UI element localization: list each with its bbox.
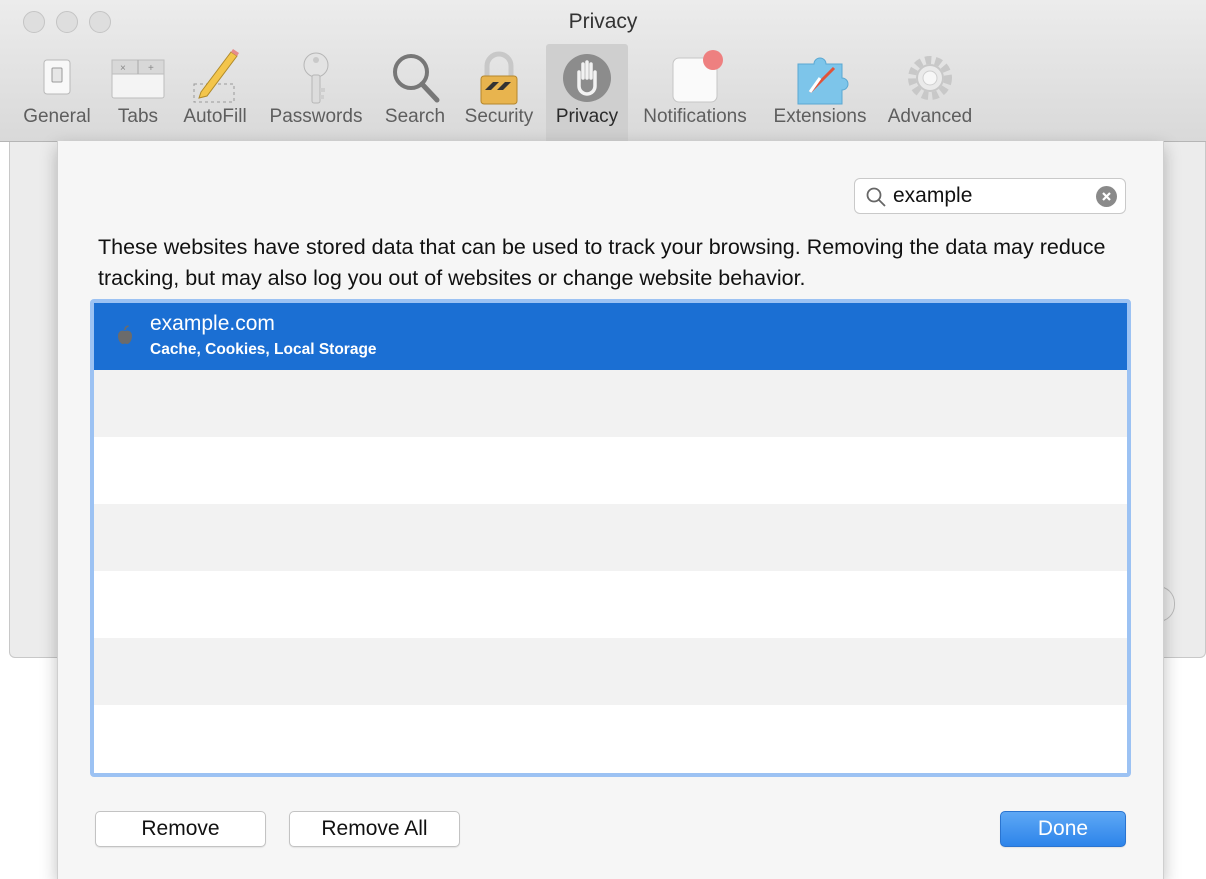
toolbar-label-tabs: Tabs: [117, 106, 159, 127]
toolbar-label-extensions: Extensions: [773, 106, 867, 127]
padlock-icon: [480, 51, 518, 105]
toolbar-item-notifications[interactable]: Notifications: [634, 44, 756, 141]
toolbar-item-security[interactable]: Security: [458, 44, 540, 141]
gear-icon: [908, 56, 952, 100]
window-title: Privacy: [568, 10, 638, 33]
manage-website-data-sheet: These websites have stored data that can…: [57, 141, 1164, 879]
list-empty-row: [94, 571, 1127, 638]
list-empty-row: [94, 437, 1127, 504]
website-data-list[interactable]: example.com Cache, Cookies, Local Storag…: [90, 299, 1131, 777]
list-empty-row: [94, 370, 1127, 437]
remove-button[interactable]: Remove: [95, 811, 266, 847]
toolbar-item-extensions[interactable]: Extensions: [766, 44, 874, 141]
search-icon: [866, 187, 886, 207]
list-empty-row: [94, 504, 1127, 571]
hand-icon: [563, 54, 611, 102]
toolbar-item-passwords[interactable]: Passwords: [264, 44, 368, 141]
list-empty-row: [94, 638, 1127, 705]
toolbar-label-search: Search: [384, 106, 446, 127]
website-name: example.com: [150, 312, 275, 335]
toolbar-label-privacy: Privacy: [555, 106, 619, 127]
toolbar-item-autofill[interactable]: AutoFill: [174, 44, 256, 141]
toolbar-item-advanced[interactable]: Advanced: [880, 44, 980, 141]
toolbar-label-general: General: [23, 106, 91, 127]
puzzle-piece-icon: [797, 57, 849, 105]
toolbar-label-security: Security: [464, 106, 534, 127]
toolbar-item-tabs[interactable]: × + Tabs: [108, 44, 168, 141]
toolbar-label-notifications: Notifications: [643, 106, 747, 127]
toolbar-label-advanced: Advanced: [887, 106, 973, 127]
pencil-icon: [193, 49, 239, 103]
apple-logo-icon: [118, 325, 132, 344]
general-switch-icon: [43, 59, 71, 95]
clear-search-icon[interactable]: [1096, 186, 1117, 207]
toolbar: Privacy General × + Tabs AutoFill Passwo…: [0, 0, 1206, 142]
toolbar-item-general[interactable]: General: [16, 44, 98, 141]
privacy-description: These websites have stored data that can…: [98, 235, 1106, 290]
svg-text:×: ×: [120, 63, 126, 74]
remove-all-button[interactable]: Remove All: [289, 811, 460, 847]
toolbar-label-passwords: Passwords: [269, 106, 363, 127]
toolbar-item-search[interactable]: Search: [378, 44, 452, 141]
website-data-types: Cache, Cookies, Local Storage: [150, 341, 377, 358]
notification-badge-icon: [672, 50, 723, 103]
toolbar-item-privacy[interactable]: Privacy: [546, 44, 628, 141]
key-icon: [303, 52, 329, 104]
list-empty-row: [94, 705, 1127, 772]
done-button[interactable]: Done: [1000, 811, 1126, 847]
svg-text:+: +: [148, 63, 154, 74]
toolbar-label-autofill: AutoFill: [183, 106, 247, 127]
magnifier-icon: [393, 54, 440, 103]
website-row[interactable]: example.com Cache, Cookies, Local Storag…: [94, 303, 1127, 370]
tabs-icon: × +: [111, 59, 165, 99]
search-field[interactable]: [854, 178, 1126, 214]
search-input[interactable]: [893, 183, 1083, 209]
